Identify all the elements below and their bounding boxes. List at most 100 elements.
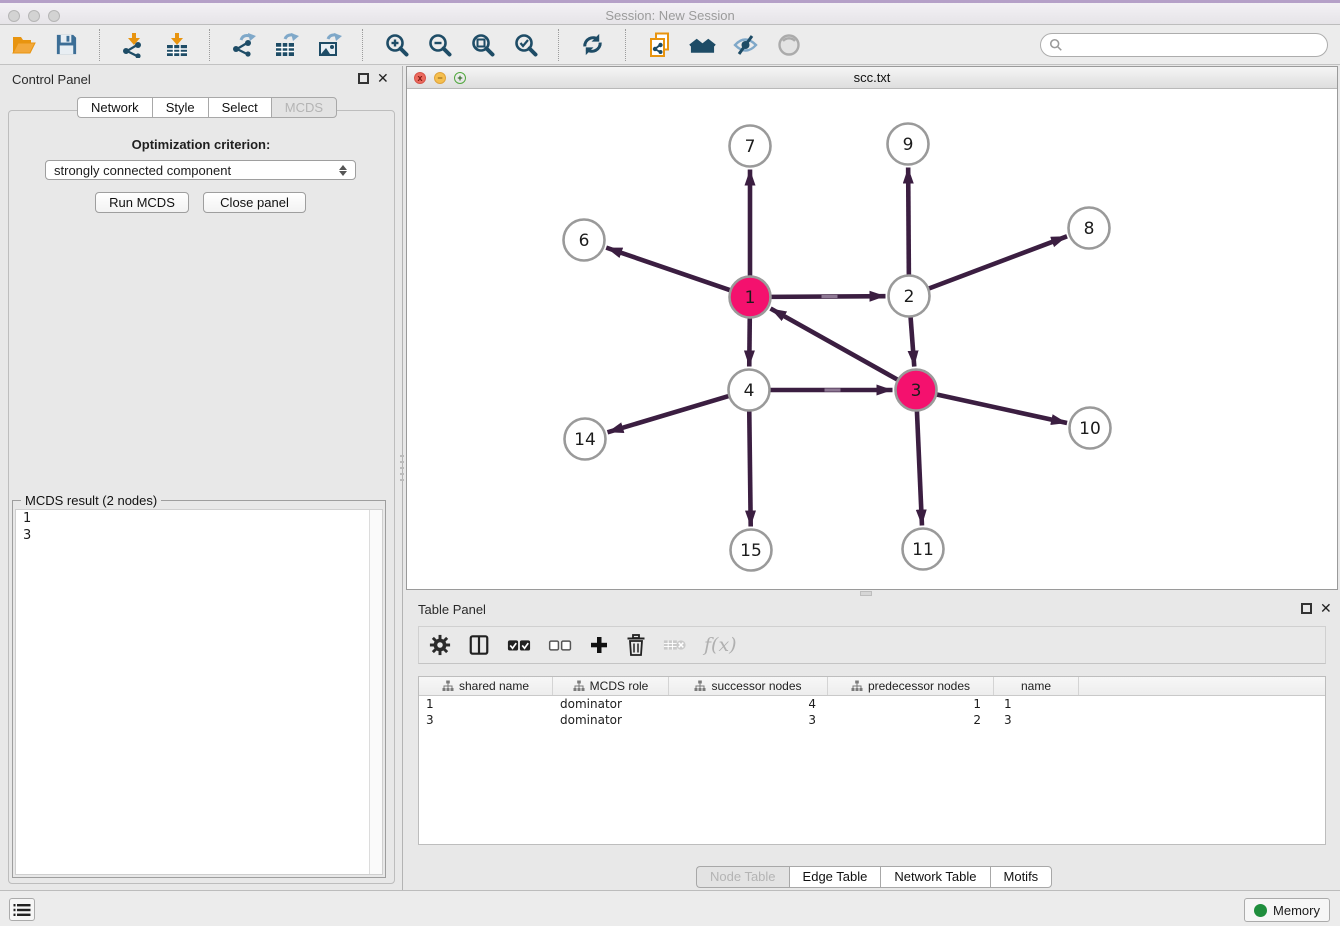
cell-name[interactable]: 3 [994,712,1079,728]
cell-mcds-role[interactable]: dominator [553,712,669,728]
cell-mcds-role[interactable]: dominator [553,696,669,712]
refresh-icon[interactable] [579,31,606,58]
edge-2-9[interactable] [908,167,909,276]
zoom-fit-icon[interactable] [469,31,496,58]
zoom-out-icon[interactable] [426,31,453,58]
svg-text:14: 14 [574,430,596,450]
column-view-icon[interactable] [468,632,490,658]
export-image-icon[interactable] [316,31,343,58]
toolbar-separator [362,29,364,61]
cell-shared-name[interactable]: 3 [419,712,553,728]
graph-node-1[interactable]: 1 [730,277,771,318]
task-history-button[interactable] [9,898,35,921]
optimization-criterion-dropdown[interactable]: strongly connected component [45,160,356,180]
trash-icon[interactable] [626,632,646,658]
add-column-icon[interactable] [589,632,609,658]
memory-button[interactable]: Memory [1244,898,1330,922]
svg-text:11: 11 [912,540,934,560]
edge-4-14[interactable] [608,396,731,433]
search-input[interactable] [1068,37,1319,53]
graph-node-15[interactable]: 15 [731,530,772,571]
column-header-mcds-role[interactable]: MCDS role [553,677,669,695]
graph-node-7[interactable]: 7 [730,126,771,167]
tab-select[interactable]: Select [208,97,271,118]
mcds-result-item[interactable]: 3 [16,527,382,544]
edge-1-4[interactable] [749,316,750,366]
close-panel-icon[interactable]: ✕ [1320,600,1332,616]
edge-3-10[interactable] [935,394,1067,423]
home-icon[interactable] [689,31,716,58]
column-header-name[interactable]: name [994,677,1079,695]
graph-node-8[interactable]: 8 [1069,208,1110,249]
vertical-splitter-handle[interactable] [400,455,404,485]
tab-network[interactable]: Network [77,97,152,118]
tab-node-table[interactable]: Node Table [696,866,789,888]
gear-icon[interactable] [429,632,451,658]
zoom-in-icon[interactable] [383,31,410,58]
network-canvas[interactable]: 1 2 3 4 6 7 8 9 10 11 14 15 [407,89,1337,589]
table-row[interactable]: 1 dominator 4 1 1 [419,696,1325,712]
graph-node-14[interactable]: 14 [565,419,606,460]
dropdown-stepper-icon [339,165,347,176]
graph-node-9[interactable]: 9 [888,124,929,165]
graph-node-4[interactable]: 4 [729,370,770,411]
edge-label-mark [825,388,841,391]
network-frame-titlebar[interactable]: x − + scc.txt [407,67,1337,89]
clone-network-icon[interactable] [646,31,673,58]
cell-predecessor-nodes[interactable]: 2 [828,712,994,728]
edge-3-11[interactable] [917,409,922,525]
mcds-result-list[interactable]: 1 3 [15,509,383,875]
graph-node-6[interactable]: 6 [564,220,605,261]
close-panel-button[interactable]: Close panel [203,192,306,213]
control-panel-title: Control Panel [12,72,91,87]
run-mcds-button[interactable]: Run MCDS [95,192,189,213]
column-header-predecessor-nodes[interactable]: predecessor nodes [828,677,994,695]
table-row[interactable]: 3 dominator 3 2 3 [419,712,1325,728]
graph-node-2[interactable]: 2 [889,276,930,317]
graph-node-3[interactable]: 3 [896,370,937,411]
cell-name[interactable]: 1 [994,696,1079,712]
hide-eye-icon[interactable] [732,31,759,58]
tab-motifs[interactable]: Motifs [990,866,1053,888]
table-panel: Table Panel ✕ f(x) [406,596,1340,890]
tab-mcds[interactable]: MCDS [271,97,337,118]
tab-edge-table[interactable]: Edge Table [789,866,881,888]
import-table-icon[interactable] [163,31,190,58]
edge-4-15[interactable] [749,409,750,526]
save-icon[interactable] [53,31,80,58]
delete-table-icon [663,632,687,658]
export-network-icon[interactable] [230,31,257,58]
float-panel-icon[interactable] [358,73,369,84]
open-file-icon[interactable] [10,31,37,58]
cell-successor-nodes[interactable]: 4 [669,696,828,712]
tab-style[interactable]: Style [152,97,208,118]
import-network-icon[interactable] [120,31,147,58]
graph-node-11[interactable]: 11 [903,529,944,570]
mcds-result-title: MCDS result (2 nodes) [21,493,161,508]
tab-network-table[interactable]: Network Table [880,866,989,888]
mcds-result-item[interactable]: 1 [16,510,382,527]
table-header-row: shared name MCDS role successor nodes pr… [419,677,1325,696]
cell-predecessor-nodes[interactable]: 1 [828,696,994,712]
select-all-icon[interactable] [507,632,531,658]
edge-2-3[interactable] [910,315,914,366]
column-header-shared-name[interactable]: shared name [419,677,553,695]
edge-2-8[interactable] [927,236,1067,289]
edge-label-mark [821,295,837,298]
cell-successor-nodes[interactable]: 3 [669,712,828,728]
export-table-icon[interactable] [273,31,300,58]
deselect-all-icon[interactable] [548,632,572,658]
float-panel-icon[interactable] [1301,603,1312,614]
result-scrollbar[interactable] [369,510,382,874]
zoom-selected-icon[interactable] [512,31,539,58]
edge-1-6[interactable] [606,248,731,291]
table-toolbar: f(x) [418,626,1326,664]
search-box[interactable] [1040,33,1328,57]
cell-shared-name[interactable]: 1 [419,696,553,712]
close-panel-icon[interactable]: ✕ [377,70,389,86]
graph-node-10[interactable]: 10 [1070,408,1111,449]
eye-disabled-icon[interactable] [775,31,802,58]
edge-3-1[interactable] [771,308,899,380]
memory-label: Memory [1273,903,1320,918]
column-header-successor-nodes[interactable]: successor nodes [669,677,828,695]
